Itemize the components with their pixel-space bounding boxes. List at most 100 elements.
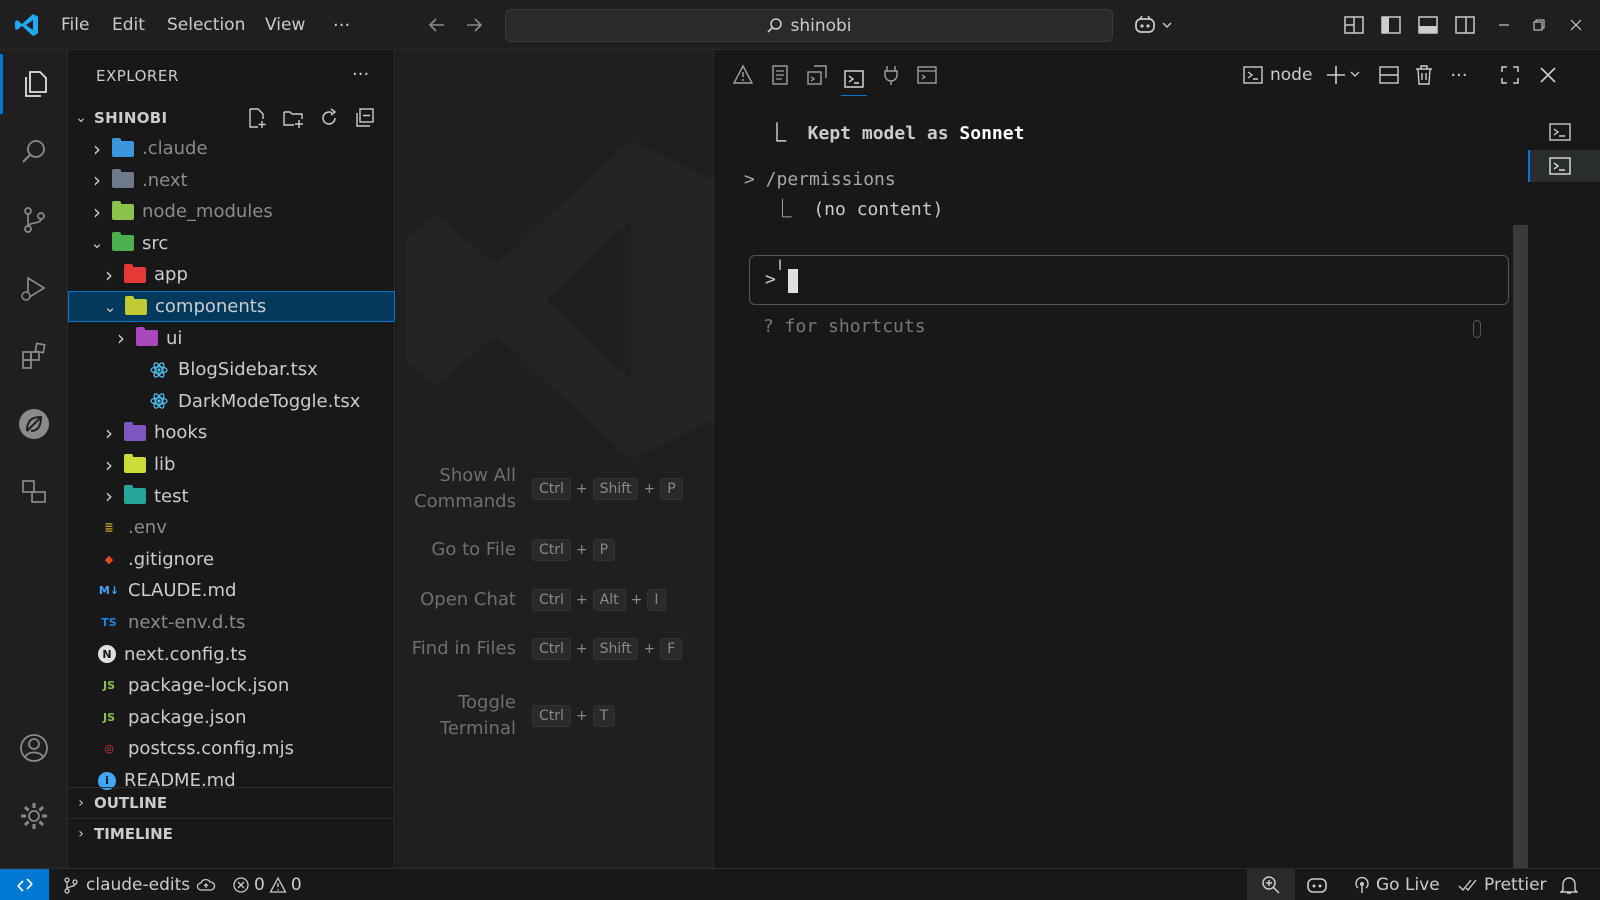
tree-item-label: src bbox=[142, 232, 169, 254]
remote-indicator[interactable] bbox=[0, 869, 49, 900]
manage-activity[interactable] bbox=[0, 786, 68, 846]
terminal-selector[interactable]: node bbox=[1242, 62, 1312, 88]
chevron-right-icon: › bbox=[105, 420, 113, 445]
close-window-icon[interactable] bbox=[1569, 0, 1583, 50]
terminal-instance-1[interactable] bbox=[1548, 121, 1572, 143]
branch-status[interactable]: claude-edits bbox=[62, 869, 216, 900]
copilot-menu-button[interactable] bbox=[1133, 0, 1173, 50]
menu-selection[interactable]: Selection bbox=[167, 0, 245, 50]
menu-file[interactable]: File bbox=[61, 0, 89, 50]
tree-folder[interactable]: › lib bbox=[68, 449, 395, 480]
zoom-status[interactable] bbox=[1247, 869, 1295, 900]
tree-file[interactable]: JS package-lock.json bbox=[68, 670, 395, 701]
folder-icon bbox=[112, 232, 134, 252]
run-debug-activity[interactable] bbox=[0, 258, 68, 318]
new-terminal-button[interactable] bbox=[1324, 62, 1364, 88]
tree-folder[interactable]: › ui bbox=[68, 323, 395, 354]
close-panel-icon[interactable] bbox=[1535, 62, 1561, 88]
problems-status[interactable]: 0 0 bbox=[232, 869, 302, 900]
collapse-all-icon[interactable] bbox=[354, 107, 376, 129]
accounts-activity[interactable] bbox=[0, 718, 68, 778]
shortcut-label: Go to File bbox=[431, 539, 516, 560]
text-cursor bbox=[788, 269, 798, 293]
warning-count: 0 bbox=[290, 875, 302, 895]
restore-icon[interactable] bbox=[1532, 0, 1546, 50]
tree-file[interactable]: JS package.json bbox=[68, 702, 395, 733]
maximize-panel-icon[interactable] bbox=[1497, 62, 1523, 88]
command-center-search[interactable]: shinobi bbox=[505, 9, 1113, 42]
tree-item-label: components bbox=[155, 296, 267, 317]
split-terminal-icon[interactable] bbox=[1376, 62, 1402, 88]
problems-tab-icon[interactable] bbox=[730, 62, 756, 88]
tree-file[interactable]: ◆ .gitignore bbox=[68, 544, 395, 575]
customize-layout-icon[interactable] bbox=[1343, 0, 1365, 50]
panel-more-button[interactable]: ··· bbox=[1446, 62, 1472, 88]
terminal-icon bbox=[1243, 66, 1263, 84]
toggle-primary-sidebar-icon[interactable] bbox=[1380, 0, 1402, 50]
search-label: shinobi bbox=[790, 15, 852, 36]
tree-folder[interactable]: › app bbox=[68, 259, 395, 290]
tree-folder[interactable]: › .claude bbox=[68, 133, 395, 164]
new-file-icon[interactable] bbox=[246, 107, 268, 129]
menu-view[interactable]: View bbox=[265, 0, 305, 50]
search-icon bbox=[22, 140, 45, 163]
project-header[interactable]: ⌄ SHINOBI bbox=[68, 102, 395, 133]
menu-more[interactable]: ··· bbox=[333, 0, 350, 50]
ports-tab-icon[interactable] bbox=[878, 62, 904, 88]
testing-activity[interactable] bbox=[0, 394, 68, 454]
new-folder-icon[interactable] bbox=[282, 107, 304, 129]
tree-file[interactable]: M↓ CLAUDE.md bbox=[68, 575, 395, 606]
prettier-button[interactable]: Prettier bbox=[1458, 869, 1547, 900]
folder-icon-wrap bbox=[112, 169, 134, 189]
forward-arrow-icon[interactable] bbox=[463, 0, 485, 50]
react-icon bbox=[148, 392, 170, 410]
search-activity[interactable] bbox=[0, 122, 68, 182]
folder-icon bbox=[112, 137, 134, 157]
tree-folder[interactable]: ⌄ src bbox=[68, 228, 395, 259]
terminal-tab-icon[interactable] bbox=[841, 62, 867, 96]
toggle-secondary-sidebar-icon[interactable] bbox=[1454, 0, 1476, 50]
ts-file-icon: TS bbox=[101, 616, 117, 629]
tree-folder[interactable]: › .next bbox=[68, 165, 395, 196]
explorer-more-button[interactable]: ··· bbox=[352, 64, 369, 85]
debug-console-tab-icon[interactable] bbox=[804, 62, 830, 88]
go-live-button[interactable]: Go Live bbox=[1354, 869, 1440, 900]
explorer-title: EXPLORER bbox=[96, 67, 179, 85]
toggle-panel-icon[interactable] bbox=[1417, 0, 1439, 50]
go-live-label: Go Live bbox=[1376, 875, 1440, 895]
source-control-activity[interactable] bbox=[0, 190, 68, 250]
tree-file[interactable]: Nnext.config.ts bbox=[68, 639, 395, 670]
chevron-right-icon: › bbox=[117, 326, 125, 351]
extensions-activity[interactable] bbox=[0, 326, 68, 386]
terminal-prompt-input[interactable]: > I bbox=[749, 255, 1509, 305]
copilot-status[interactable] bbox=[1306, 869, 1328, 900]
outline-section[interactable]: › OUTLINE bbox=[68, 787, 395, 818]
minimize-icon[interactable] bbox=[1497, 0, 1511, 50]
timeline-section[interactable]: › TIMELINE bbox=[68, 818, 395, 849]
tree-item-label: node_modules bbox=[142, 201, 273, 223]
remote-explorer-activity[interactable] bbox=[0, 462, 68, 522]
tree-file[interactable]: TS next-env.d.ts bbox=[68, 607, 395, 638]
back-arrow-icon[interactable] bbox=[426, 0, 448, 50]
tree-folder[interactable]: › node_modules bbox=[68, 196, 395, 227]
tree-folder[interactable]: › test bbox=[68, 481, 395, 512]
key-plus: + bbox=[575, 481, 588, 497]
explorer-activity[interactable] bbox=[0, 54, 68, 114]
output-tab-icon[interactable] bbox=[767, 62, 793, 88]
menu-edit[interactable]: Edit bbox=[112, 0, 145, 50]
tree-file[interactable]: ≣ .env bbox=[68, 512, 395, 543]
comments-tab-icon[interactable] bbox=[914, 62, 940, 88]
tree-folder[interactable]: ⌄ components bbox=[68, 291, 395, 322]
tree-file[interactable]: BlogSidebar.tsx bbox=[68, 354, 395, 385]
tree-file[interactable]: ◎ postcss.config.mjs bbox=[68, 733, 395, 764]
keycap: T bbox=[592, 705, 616, 727]
trash-icon[interactable] bbox=[1411, 62, 1437, 88]
tree-item-label: DarkModeToggle.tsx bbox=[178, 390, 361, 412]
tree-folder[interactable]: › hooks bbox=[68, 417, 395, 448]
terminal-instance-2[interactable] bbox=[1528, 150, 1600, 182]
notifications-button[interactable] bbox=[1560, 869, 1578, 900]
refresh-icon[interactable] bbox=[318, 107, 340, 129]
git-branch-icon bbox=[64, 877, 78, 894]
remote-icon bbox=[16, 878, 33, 892]
tree-file[interactable]: DarkModeToggle.tsx bbox=[68, 386, 395, 417]
